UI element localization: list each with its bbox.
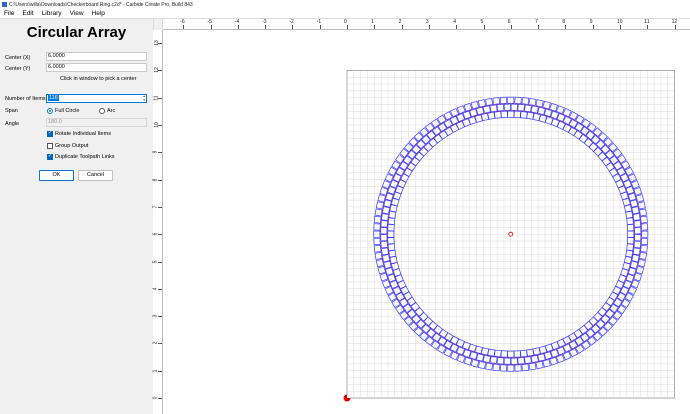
full-circle-radio[interactable]: [47, 108, 53, 114]
group-output-label: Group Output: [55, 143, 89, 149]
x-ruler-tick: [565, 25, 567, 29]
x-ruler-tick: [265, 25, 267, 29]
title-bar: C:\Users\willa\Downloads\Checkerboard Ri…: [0, 0, 690, 9]
y-ruler-tick: [158, 125, 162, 126]
x-ruler-tick: [319, 25, 321, 29]
x-ruler-tick: [292, 25, 294, 29]
horizontal-ruler: -6 -5 -4 -3 -2 -1 0 1 2 3 4 5 6 7 8 9 10 11 12: [163, 19, 690, 30]
menu-file[interactable]: File: [0, 10, 18, 17]
panel-title: Circular Array: [26, 24, 127, 41]
x-ruler-tick: [428, 25, 430, 29]
y-ruler-tick: [158, 316, 162, 318]
angle-label: Angle: [5, 121, 20, 127]
x-ruler-tick: [237, 25, 239, 29]
menu-view[interactable]: View: [66, 10, 88, 17]
app-icon: [2, 2, 7, 7]
center-x-label: Center (X): [5, 55, 31, 61]
x-ruler-tick: [210, 25, 212, 29]
x-ruler-tick: [647, 25, 649, 29]
center-x-input[interactable]: 6.0000: [46, 52, 147, 61]
num-items-value: 116: [48, 95, 59, 101]
x-ruler-tick: [374, 25, 376, 29]
y-ruler-tick: [158, 152, 162, 154]
menu-help[interactable]: Help: [88, 10, 109, 17]
ok-button[interactable]: OK: [39, 170, 74, 181]
y-ruler-tick: [158, 261, 162, 263]
arc-radio[interactable]: [99, 108, 105, 114]
angle-input[interactable]: 180.0: [46, 118, 147, 127]
window-title: C:\Users\willa\Downloads\Checkerboard Ri…: [9, 1, 193, 8]
x-ruler-tick: [183, 25, 185, 29]
y-ruler-tick: [158, 234, 162, 236]
y-ruler-tick: [158, 179, 162, 181]
y-ruler-tick: [158, 97, 162, 99]
x-ruler-tick: [510, 25, 512, 29]
x-ruler-tick: [592, 25, 594, 29]
rotate-items-label: Rotate Individual Items: [55, 131, 111, 137]
x-ruler-tick: [347, 25, 348, 29]
full-circle-label: Full Circle: [55, 108, 80, 114]
menu-library[interactable]: Library: [38, 10, 66, 17]
group-output-checkbox[interactable]: [47, 143, 53, 149]
arc-label: Arc: [107, 108, 116, 114]
y-ruler-tick: [158, 70, 162, 72]
center-y-input[interactable]: 6.0000: [46, 63, 147, 72]
y-ruler-tick: [158, 343, 162, 345]
duplicate-links-checkbox[interactable]: [47, 153, 53, 160]
num-items-input[interactable]: 116 ▴ ▾: [46, 94, 147, 103]
y-ruler-tick: [158, 206, 162, 208]
cancel-button[interactable]: Cancel: [78, 170, 113, 181]
y-ruler-tick: [158, 398, 162, 399]
x-ruler-tick: [456, 25, 458, 29]
vertical-ruler: 13 12 11 10 9 8 7 6 5 4 3 2 1 0: [152, 30, 163, 414]
x-ruler-tick: [483, 25, 485, 29]
menu-bar: File Edit Library View Help: [0, 9, 690, 19]
rotate-items-checkbox[interactable]: [47, 130, 53, 137]
y-ruler-tick: [158, 43, 162, 45]
x-ruler-tick: [401, 25, 403, 29]
num-items-label: Number of Items: [5, 96, 46, 102]
circular-array-panel: Circular Array Center (X) 6.0000 Center …: [0, 19, 153, 414]
duplicate-links-label: Duplicate Toolpath Links: [55, 154, 115, 160]
menu-edit[interactable]: Edit: [18, 10, 37, 17]
span-label: Span: [5, 108, 18, 114]
y-ruler-tick: [158, 288, 162, 290]
center-y-label: Center (Y): [5, 66, 31, 72]
x-ruler-tick: [620, 25, 621, 29]
x-ruler-tick: [674, 25, 676, 29]
y-ruler-tick: [158, 370, 162, 372]
design-canvas[interactable]: [163, 30, 690, 414]
canvas-grid: [343, 70, 676, 402]
x-ruler-tick: [538, 25, 540, 29]
pick-center-hint: Click in window to pick a center: [60, 76, 137, 82]
spin-arrows-icon[interactable]: ▴ ▾: [143, 95, 145, 102]
